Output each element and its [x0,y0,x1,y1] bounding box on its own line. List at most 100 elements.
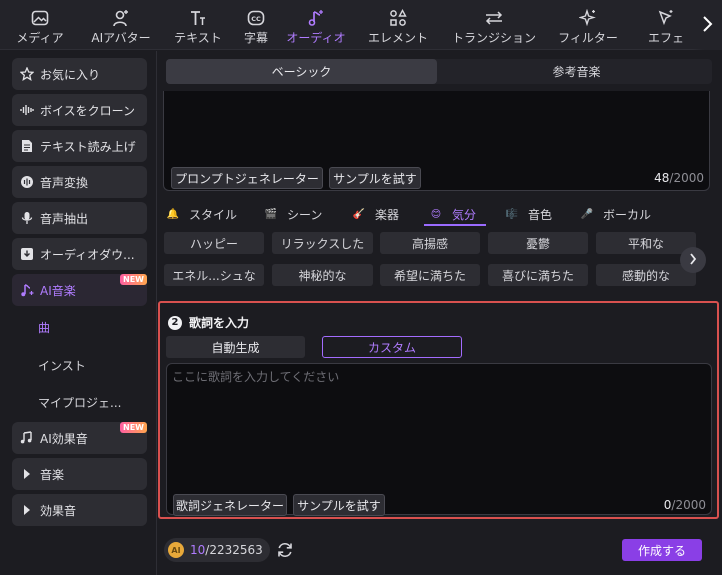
category-label: スタイル [189,207,238,222]
sidebar-subitem-song[interactable]: 曲 [38,319,50,336]
category-label: 楽器 [375,207,400,222]
toolbar-ai-avatar[interactable]: AIアバター [80,0,162,50]
text-icon [188,8,208,27]
lyrics-auto-generate-button[interactable]: 自動生成 [166,336,305,358]
create-button[interactable]: 作成する [622,539,702,561]
sidebar-subitem-my-projects[interactable]: マイプロジェ... [38,394,121,411]
step-number-badge: 2 [168,315,182,330]
main-panel: ベーシック 参考音楽 プロンプトジェネレーター サンプルを試す 48/2000 … [158,51,722,575]
sidebar-item-label: 音楽 [40,467,65,482]
category-label: 音色 [528,207,553,222]
mood-tag[interactable]: エネル...シュな [164,264,264,286]
sidebar-item-music[interactable]: 音楽 [12,458,147,490]
sidebar-item-label: お気に入り [40,67,101,82]
toolbar-media[interactable]: メディア [0,0,80,50]
sidebar-item-audio-extract[interactable]: 音声抽出 [12,202,147,234]
category-tabs: 🔔 スタイル 🎬 シーン 🎸 楽器 😊 気分 🎼 音色 🎤 ボーカル [158,203,722,225]
toolbar-element[interactable]: エレメント [354,0,442,50]
mood-tag[interactable]: 神秘的な [272,264,373,286]
sidebar-item-favorites[interactable]: お気に入り [12,58,147,90]
category-label: シーン [287,207,323,222]
new-badge: NEW [120,274,147,285]
sidebar-item-ai-music[interactable]: AI音楽 NEW [12,274,147,306]
tab-timbre[interactable]: 🎼 音色 [505,203,552,225]
tab-style[interactable]: 🔔 スタイル [166,203,237,225]
tab-basic[interactable]: ベーシック [166,59,437,84]
media-icon [30,8,50,27]
active-tab-indicator [424,224,486,226]
chevron-right-icon [689,252,697,268]
lyrics-custom-button[interactable]: カスタム [322,336,462,358]
mood-tag[interactable]: 希望に満ちた [380,264,480,286]
mood-tag[interactable]: 高揚感 [380,232,480,254]
sidebar-item-label: テキスト読み上げ [40,139,136,154]
prompt-generator-button[interactable]: プロンプトジェネレーター [171,167,323,189]
effect-icon [656,8,676,27]
sidebar-item-sound-effects[interactable]: 効果音 [12,494,147,526]
microphone-icon: 🎤 [580,208,594,220]
tab-mood[interactable]: 😊 気分 [429,203,476,225]
toolbar-text[interactable]: テキスト [162,0,234,50]
sidebar-item-label: オーディオダウ... [40,247,135,262]
mood-tag[interactable]: ハッピー [164,232,264,254]
prompt-sample-button[interactable]: サンプルを試す [329,167,421,189]
lyrics-sample-button[interactable]: サンプルを試す [293,494,385,516]
lyrics-char-counter: 0/2000 [664,498,706,512]
audio-icon [306,8,326,27]
tab-reference-music[interactable]: 参考音楽 [441,59,712,84]
sidebar-item-label: 効果音 [40,503,77,518]
toolbar-caption[interactable]: CC 字幕 [234,0,278,50]
guitar-icon: 🎸 [352,208,366,220]
tab-scene[interactable]: 🎬 シーン [264,203,323,225]
toolbar-transition[interactable]: トランジション [442,0,546,50]
toolbar-audio[interactable]: オーディオ [278,0,354,50]
mood-tag[interactable]: 平和な [596,232,696,254]
ai-credit-coin-icon: AI [168,542,184,558]
lyrics-generator-button[interactable]: 歌詞ジェネレーター [173,494,287,516]
sidebar-item-ai-sfx[interactable]: AI効果音 NEW [12,422,147,454]
sidebar-item-label: AI効果音 [40,431,88,446]
toolbar-label: テキスト [174,31,222,45]
tab-instrument[interactable]: 🎸 楽器 [352,203,399,225]
toolbar-label: メディア [16,31,64,45]
tab-vocal[interactable]: 🎤 ボーカル [580,203,651,225]
toolbar-label: フィルター [558,31,618,45]
caret-right-icon [19,502,35,518]
toolbar-scroll-right-button[interactable] [692,0,722,50]
sidebar-subitem-instrumental[interactable]: インスト [38,357,86,374]
voice-change-icon [19,174,35,190]
mood-tag[interactable]: 喜びに満ちた [488,264,588,286]
sidebar-item-audio-download[interactable]: オーディオダウ... [12,238,147,270]
waveform-icon [19,102,35,118]
toolbar-label: トランジション [451,31,536,45]
sidebar-item-text-to-speech[interactable]: テキスト読み上げ [12,130,147,162]
sidebar-item-voice-clone[interactable]: ボイスをクローン [12,94,147,126]
refresh-icon[interactable] [276,541,294,559]
mood-tag[interactable]: リラックスした [272,232,373,254]
tags-next-button[interactable] [680,247,706,273]
ai-avatar-icon [111,8,131,27]
sidebar-item-voice-change[interactable]: 音声変換 [12,166,147,198]
prompt-char-max: /2000 [669,171,704,185]
credits-used: 10 [190,543,206,557]
toolbar-label: エフェ [647,31,684,45]
sidebar: お気に入り ボイスをクローン テキスト読み上げ 音声変換 音声抽出 オーディオダ… [0,51,157,575]
toolbar-filter[interactable]: フィルター [546,0,630,50]
text-to-speech-icon [19,138,35,154]
category-label: ボーカル [603,207,652,222]
smile-icon: 😊 [430,208,442,220]
sidebar-item-label: ボイスをクローン [40,103,136,118]
toolbar-label: 字幕 [243,31,268,45]
mood-tag[interactable]: 憂鬱 [488,232,588,254]
sidebar-item-label: 音声変換 [40,175,89,190]
download-icon [19,246,35,262]
svg-text:CC: CC [251,15,261,23]
mood-tag[interactable]: 感動的な [596,264,696,286]
music-score-icon: 🎼 [505,208,519,220]
lyrics-input[interactable] [172,368,702,478]
bell-icon: 🔔 [166,208,180,220]
lyrics-step-title: 2 歌詞を入力 [168,314,249,331]
prompt-input[interactable]: プロンプトジェネレーター サンプルを試す 48/2000 [163,91,710,191]
lyrics-section: 2 歌詞を入力 自動生成 カスタム 歌詞ジェネレーター サンプルを試す 0/20… [158,301,719,519]
lyrics-char-max: /2000 [671,498,706,512]
